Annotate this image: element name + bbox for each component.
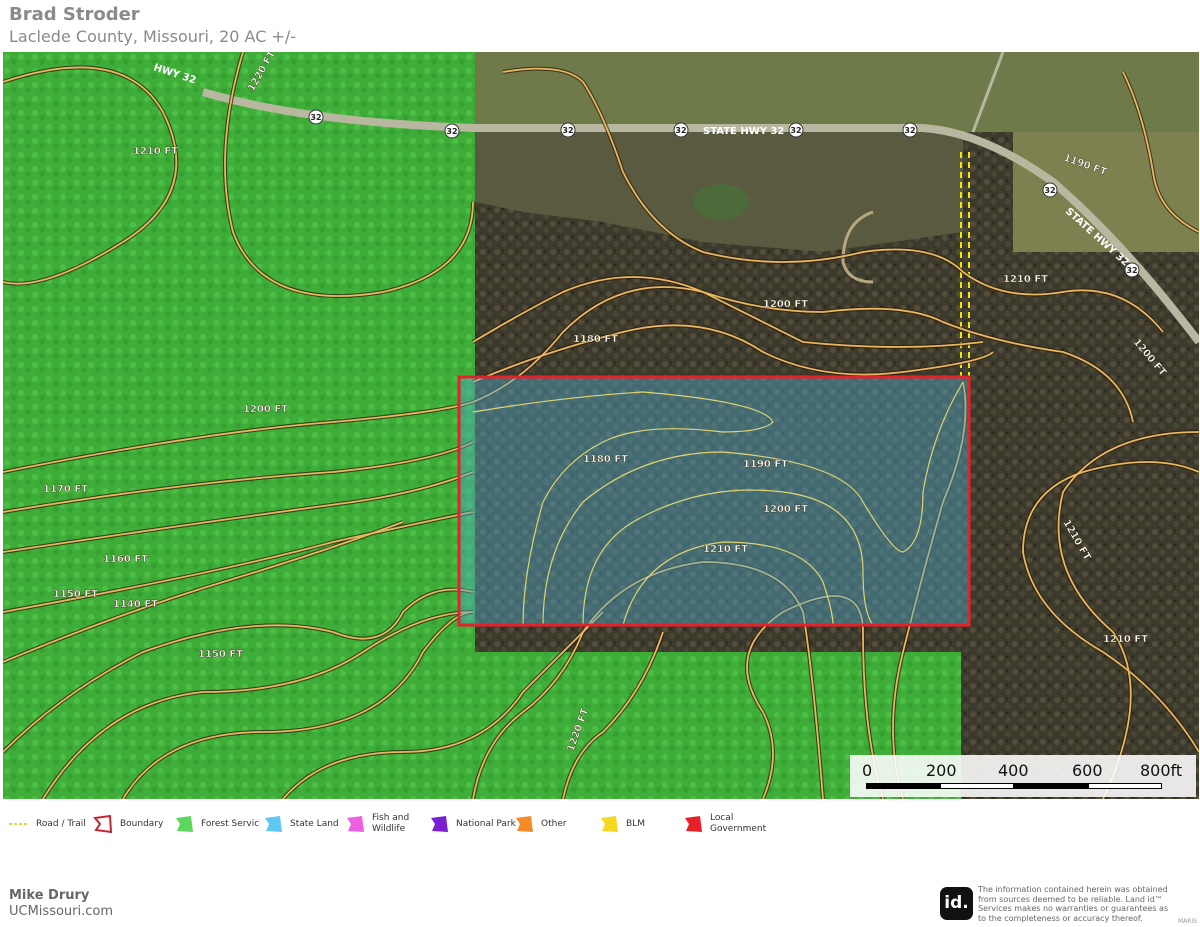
scale-label: 200 xyxy=(926,761,957,780)
scale-label: 400 xyxy=(998,761,1029,780)
legend-item-other: Other xyxy=(513,808,567,840)
polygon-icon xyxy=(176,816,193,832)
agent-website[interactable]: UCMissouri.com xyxy=(9,904,113,919)
contour-label: 1150 FT xyxy=(198,649,243,660)
map-svg: 1190 FT 1210 FT 1220 FT 1180 FT 1200 FT … xyxy=(3,52,1199,799)
contour-label: 1160 FT xyxy=(103,554,148,565)
contour-label: 1200 FT xyxy=(763,299,808,310)
scale-label: 800ft xyxy=(1140,761,1183,780)
scale-segment xyxy=(1088,783,1162,789)
legend-item-boundary: Boundary xyxy=(92,808,163,840)
legend-label: Other xyxy=(541,818,567,829)
legend-item-national-park: National Park xyxy=(428,808,516,840)
scale-segment xyxy=(1014,783,1088,789)
map-canvas[interactable]: 1190 FT 1210 FT 1220 FT 1180 FT 1200 FT … xyxy=(3,52,1199,799)
route-shield: 32 xyxy=(675,126,686,135)
disclaimer-text: The information contained herein was obt… xyxy=(978,885,1169,923)
scale-segment xyxy=(866,783,940,789)
route-shield: 32 xyxy=(904,126,915,135)
contour-label: 1180 FT xyxy=(573,334,618,345)
legend-item-local-government: Local Government xyxy=(682,808,780,840)
polygon-icon xyxy=(265,816,282,832)
route-shield: 32 xyxy=(1126,266,1137,275)
contour-label: 1190 FT xyxy=(743,459,788,470)
legend-item-forest-service: Forest Servic xyxy=(173,808,259,840)
scale-segment xyxy=(940,783,1014,789)
legend-item-state-land: State Land xyxy=(262,808,339,840)
route-shield: 32 xyxy=(562,126,573,135)
scale-bar: 0 200 400 600 800ft xyxy=(850,755,1196,797)
listing-subtitle: Laclede County, Missouri, 20 AC +/- xyxy=(9,27,297,46)
polygon-icon xyxy=(347,816,364,832)
boundary-icon xyxy=(93,814,113,834)
contour-label: 1210 FT xyxy=(703,544,748,555)
legend-label: National Park xyxy=(456,818,516,829)
legend-label: Forest Servic xyxy=(201,818,260,829)
route-shield: 32 xyxy=(446,127,457,136)
contour-label: 1180 FT xyxy=(583,454,628,465)
contour-label: 1210 FT xyxy=(1103,634,1148,645)
route-shield: 32 xyxy=(1044,186,1055,195)
legend-item-road-trail: Road / Trail xyxy=(8,808,86,840)
legend-label: Local Government xyxy=(710,813,767,834)
contour-label: 1150 FT xyxy=(53,589,98,600)
legend-label: State Land xyxy=(290,818,339,829)
polygon-icon xyxy=(516,816,533,832)
land-id-logo: id. xyxy=(940,887,973,920)
map-legend: Road / Trail Boundary Forest Servic Stat… xyxy=(0,808,1200,848)
property-parcel[interactable] xyxy=(459,377,969,625)
road-dash-icon xyxy=(9,823,29,825)
route-shield: 32 xyxy=(790,126,801,135)
polygon-icon xyxy=(601,816,618,832)
road-label: STATE HWY 32 xyxy=(703,126,784,137)
contour-label: 1210 FT xyxy=(1003,274,1048,285)
legend-label: Boundary xyxy=(120,818,164,829)
maris-mark: MARIS xyxy=(1178,918,1198,925)
legend-label: BLM xyxy=(626,818,645,829)
scale-label: 600 xyxy=(1072,761,1103,780)
pasture-area xyxy=(475,52,1199,132)
contour-label: 1210 FT xyxy=(133,146,178,157)
agent-name: Mike Drury xyxy=(9,888,90,903)
legend-item-blm: BLM xyxy=(598,808,645,840)
pond xyxy=(693,184,749,220)
listing-title: Brad Stroder xyxy=(9,4,140,25)
legend-label: Road / Trail xyxy=(36,818,86,829)
polygon-icon xyxy=(431,816,448,832)
contour-label: 1200 FT xyxy=(763,504,808,515)
contour-label: 1200 FT xyxy=(243,404,288,415)
scale-label: 0 xyxy=(862,761,873,780)
polygon-icon xyxy=(685,816,702,832)
route-shield: 32 xyxy=(310,113,321,122)
contour-label: 1140 FT xyxy=(113,599,158,610)
contour-label: 1170 FT xyxy=(43,484,88,495)
